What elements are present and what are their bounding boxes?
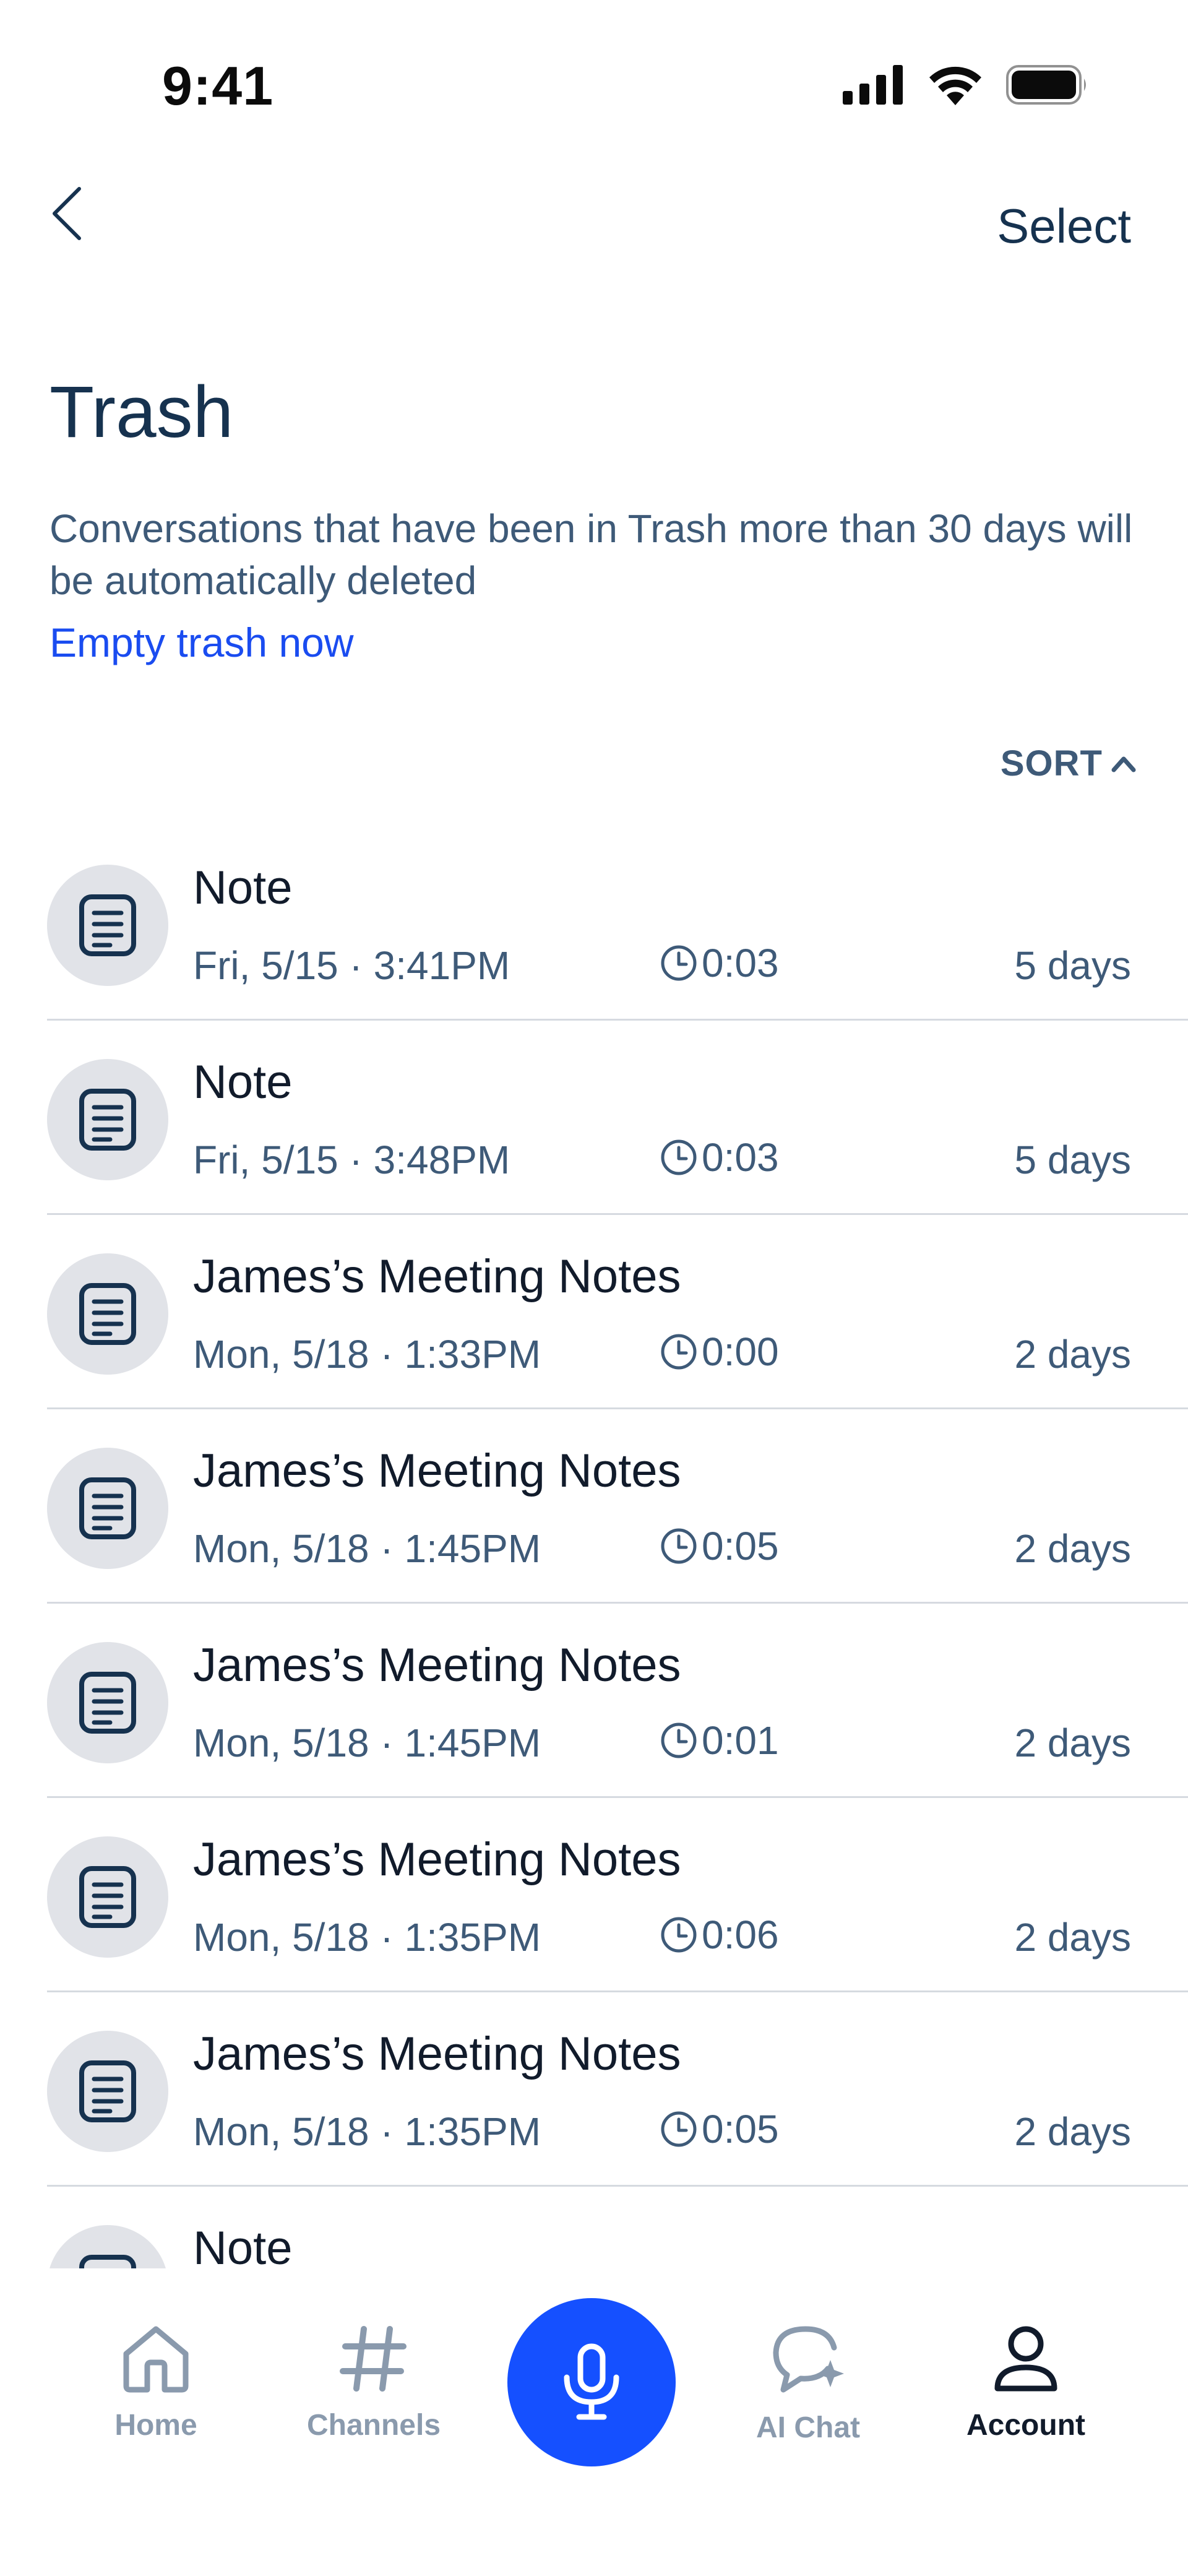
- tab-account-label: Account: [966, 2409, 1085, 2442]
- item-duration-value: 0:03: [702, 1135, 779, 1180]
- list-item[interactable]: James’s Meeting Notes Mon, 5/18 · 1:35PM…: [0, 1992, 1188, 2187]
- tab-channels-label: Channels: [306, 2409, 441, 2442]
- item-title: Note: [193, 2222, 293, 2268]
- item-avatar: [47, 1059, 168, 1180]
- item-date: Mon, 5/18 · 1:45PM: [193, 1721, 541, 1765]
- item-avatar: [47, 1642, 168, 1763]
- clock-icon: [661, 1139, 697, 1175]
- clock-icon: [661, 945, 697, 981]
- item-title: James’s Meeting Notes: [193, 1639, 681, 1692]
- bottom-tab-bar: Home Channels AI Chat Account: [0, 2268, 1188, 2576]
- item-days-remaining: 2 days: [1014, 1332, 1131, 1377]
- list-item[interactable]: James’s Meeting Notes Mon, 5/18 · 1:45PM…: [0, 1604, 1188, 1798]
- home-icon: [123, 2326, 189, 2393]
- item-duration: 0:05: [660, 2106, 779, 2152]
- item-avatar: [47, 2031, 168, 2152]
- item-duration: 0:00: [660, 1329, 779, 1375]
- chevron-left-icon: [53, 187, 81, 240]
- status-time: 9:41: [162, 55, 274, 116]
- item-duration-value: 0:05: [702, 2107, 779, 2151]
- item-duration: 0:01: [660, 1718, 779, 1763]
- clock-icon: [661, 1917, 697, 1953]
- document-icon: [79, 1672, 136, 1734]
- list-item[interactable]: James’s Meeting Notes Mon, 5/18 · 1:35PM…: [0, 1798, 1188, 1992]
- tab-account[interactable]: Account: [933, 2324, 1119, 2442]
- hashtag-icon: [340, 2326, 407, 2392]
- item-duration-value: 0:06: [702, 1913, 779, 1957]
- microphone-icon: [564, 2343, 619, 2420]
- item-avatar: [47, 1448, 168, 1569]
- item-days-remaining: 2 days: [1014, 1526, 1131, 1571]
- back-button[interactable]: [50, 179, 105, 248]
- trash-description: Conversations that have been in Trash mo…: [50, 506, 1133, 603]
- item-date: Fri, 5/15 · 3:48PM: [193, 1138, 510, 1182]
- item-duration-value: 0:01: [702, 1718, 779, 1763]
- list-item[interactable]: Note: [0, 2187, 1188, 2268]
- item-duration: 0:03: [660, 1135, 779, 1180]
- item-duration-value: 0:03: [702, 941, 779, 985]
- item-date: Mon, 5/18 · 1:45PM: [193, 1526, 541, 1571]
- clock-icon: [661, 1722, 697, 1758]
- item-duration: 0:03: [660, 940, 779, 986]
- battery-icon: [1006, 65, 1086, 105]
- record-button[interactable]: [507, 2298, 676, 2466]
- account-icon: [994, 2326, 1057, 2392]
- document-icon: [79, 1089, 136, 1151]
- document-icon: [79, 1477, 136, 1539]
- clock-icon: [661, 2111, 697, 2147]
- item-date: Fri, 5/15 · 3:41PM: [193, 943, 510, 988]
- item-title: James’s Meeting Notes: [193, 2028, 681, 2080]
- item-days-remaining: 5 days: [1014, 1138, 1131, 1182]
- ai-chat-icon: [773, 2326, 844, 2393]
- item-title: James’s Meeting Notes: [193, 1445, 681, 1497]
- item-days-remaining: 2 days: [1014, 1721, 1131, 1765]
- item-days-remaining: 2 days: [1014, 1915, 1131, 1960]
- item-days-remaining: 5 days: [1014, 943, 1131, 988]
- document-icon: [79, 894, 136, 956]
- trash-list: Note Fri, 5/15 · 3:41PM 0:03 5 days Note…: [0, 826, 1188, 2268]
- status-icons: [843, 64, 1089, 105]
- tab-ai-chat[interactable]: AI Chat: [715, 2324, 901, 2445]
- select-button[interactable]: Select: [997, 198, 1131, 254]
- item-title: Note: [193, 862, 293, 914]
- list-item[interactable]: Note Fri, 5/15 · 3:48PM 0:03 5 days: [0, 1021, 1188, 1215]
- empty-trash-link[interactable]: Empty trash now: [50, 619, 354, 666]
- sort-button[interactable]: SORT: [1001, 743, 1136, 784]
- document-icon: [79, 2255, 136, 2268]
- item-title: James’s Meeting Notes: [193, 1833, 681, 1886]
- trash-screen: 9:41 Select Trash Conversations that hav…: [0, 0, 1188, 2576]
- chevron-up-icon: [1111, 756, 1136, 772]
- item-days-remaining: 2 days: [1014, 2109, 1131, 2154]
- item-avatar: [47, 865, 168, 986]
- tab-home[interactable]: Home: [63, 2324, 249, 2442]
- tab-ai-chat-label: AI Chat: [756, 2411, 860, 2444]
- cellular-signal-icon: [843, 65, 903, 105]
- item-title: Note: [193, 1056, 293, 1109]
- list-item[interactable]: James’s Meeting Notes Mon, 5/18 · 1:45PM…: [0, 1409, 1188, 1604]
- item-date: Mon, 5/18 · 1:33PM: [193, 1332, 541, 1377]
- tab-channels[interactable]: Channels: [281, 2324, 467, 2442]
- clock-icon: [661, 1334, 697, 1370]
- wifi-icon: [929, 66, 981, 105]
- item-duration-value: 0:00: [702, 1329, 779, 1374]
- item-avatar: [47, 1253, 168, 1375]
- page-title: Trash: [50, 371, 234, 453]
- item-date: Mon, 5/18 · 1:35PM: [193, 2109, 541, 2154]
- tab-home-label: Home: [114, 2409, 197, 2442]
- item-duration-value: 0:05: [702, 1524, 779, 1568]
- item-title: James’s Meeting Notes: [193, 1250, 681, 1303]
- status-bar: 9:41: [0, 0, 1188, 136]
- sort-label: SORT: [1000, 743, 1103, 784]
- item-avatar: [47, 1836, 168, 1958]
- list-item[interactable]: James’s Meeting Notes Mon, 5/18 · 1:33PM…: [0, 1215, 1188, 1409]
- clock-icon: [661, 1528, 697, 1564]
- list-item[interactable]: Note Fri, 5/15 · 3:41PM 0:03 5 days: [0, 826, 1188, 1021]
- item-duration: 0:06: [660, 1912, 779, 1958]
- item-duration: 0:05: [660, 1523, 779, 1569]
- item-avatar: [47, 2225, 168, 2268]
- document-icon: [79, 2060, 136, 2122]
- document-icon: [79, 1866, 136, 1928]
- item-date: Mon, 5/18 · 1:35PM: [193, 1915, 541, 1960]
- document-icon: [79, 1283, 136, 1345]
